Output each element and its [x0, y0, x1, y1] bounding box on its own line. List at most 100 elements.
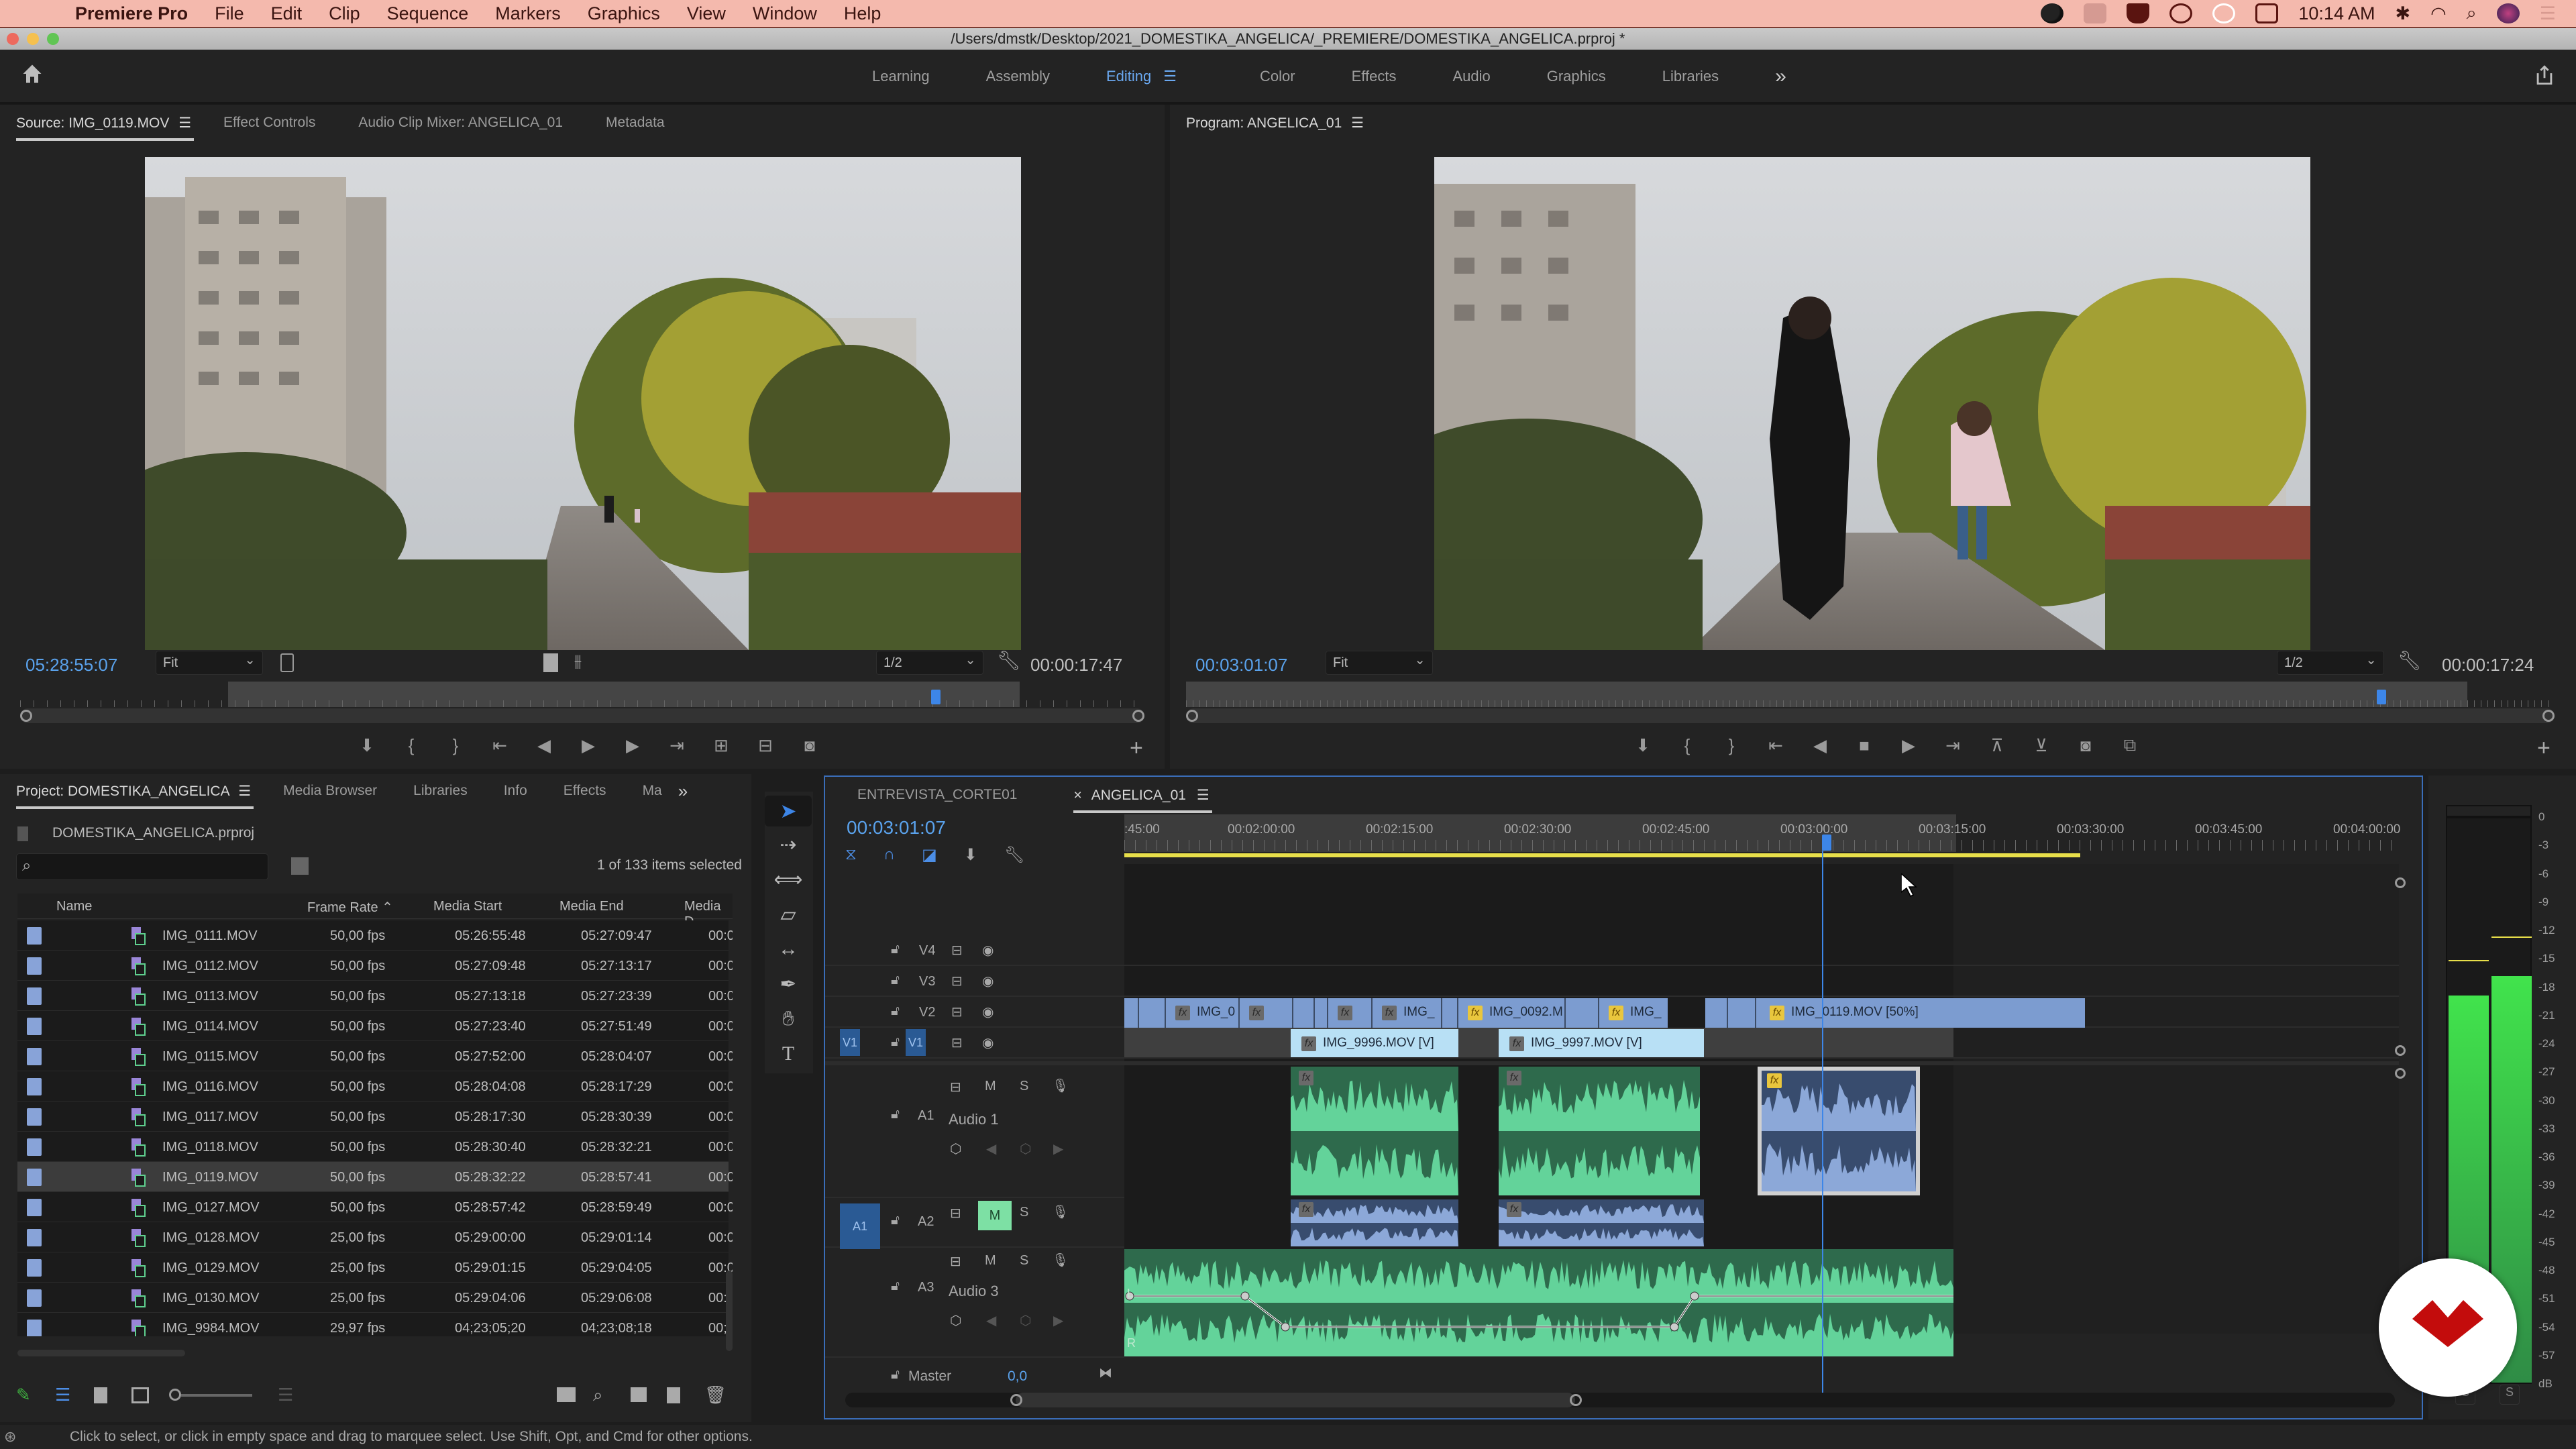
a1-solo-button[interactable]: S [1020, 1079, 1028, 1094]
project-row[interactable]: IMG_0117.MOV 50,00 fps 05:28:17:30 05:28:30… [17, 1102, 733, 1132]
timeline-ruler[interactable]: :45:00 00:02:00:00 00:02:15:00 00:02:30:00 0… [1124, 814, 2400, 861]
a1-clip-9997[interactable]: fx [1499, 1067, 1700, 1195]
v2-clip-img-0119[interactable]: fx IMG_0119.MOV [50%] [1756, 998, 2085, 1028]
project-row[interactable]: IMG_0114.MOV 50,00 fps 05:27:23:40 05:27:51… [17, 1011, 733, 1041]
col-name[interactable]: Name [56, 899, 92, 914]
label-color-chip[interactable] [27, 1018, 42, 1035]
source-zoom-dropdown[interactable]: Fit [156, 651, 263, 675]
label-color-chip[interactable] [27, 1108, 42, 1126]
tab-metadata[interactable]: Metadata [606, 115, 665, 131]
tab-audio-clip-mixer[interactable]: Audio Clip Mixer: ANGELICA_01 [358, 115, 563, 131]
share-button[interactable] [2533, 63, 2556, 91]
affinity-icon[interactable] [2084, 3, 2107, 23]
program-step-forward-button[interactable]: ▶︎ [1886, 732, 1931, 759]
tab-libraries[interactable]: Libraries [413, 783, 468, 799]
v1-clip-img-9996[interactable]: fx IMG_9996.MOV [V] [1291, 1029, 1458, 1057]
project-row[interactable]: IMG_0118.MOV 50,00 fps 05:28:30:40 05:28:32… [17, 1132, 733, 1162]
v1-eye-icon[interactable]: ◉ [982, 1034, 994, 1051]
label-color-chip[interactable] [27, 1048, 42, 1065]
icon-view-icon[interactable] [94, 1387, 107, 1403]
siri-icon[interactable] [2496, 3, 2520, 23]
workspace-tab-graphics[interactable]: Graphics [1547, 68, 1606, 85]
tab-sequence-entrevista[interactable]: ENTREVISTA_CORTE01 [857, 787, 1017, 803]
project-row[interactable]: IMG_0119.MOV 50,00 fps 05:28:32:22 05:28:57… [17, 1162, 733, 1192]
timeline-timecode[interactable]: 00:03:01:07 [847, 817, 946, 839]
workspace-overflow-button[interactable]: » [1775, 65, 1786, 88]
program-zoom-scrollbar[interactable] [1186, 708, 2555, 723]
workspace-tab-assembly[interactable]: Assembly [986, 68, 1050, 85]
program-mark-in-button[interactable]: { [1665, 732, 1709, 759]
overwrite-button[interactable]: ⊟ [743, 732, 788, 759]
a1-track-name[interactable]: Audio 1 [949, 1111, 999, 1128]
workspace-tab-editing[interactable]: Editing ☰ [1106, 68, 1233, 85]
timeline-zoom-thumb[interactable] [1016, 1393, 1575, 1407]
panel-menu-icon[interactable]: ☰ [178, 115, 191, 131]
sort-icons-icon[interactable]: ☰ [278, 1385, 293, 1405]
master-volume-value[interactable]: 0,0 [1008, 1368, 1027, 1385]
label-color-chip[interactable] [27, 987, 42, 1005]
project-row[interactable]: IMG_0130.MOV 25,00 fps 05:29:04:06 05:29:06… [17, 1283, 733, 1313]
shield-s-icon[interactable] [2127, 3, 2150, 23]
tab-sequence-angelica[interactable]: × ANGELICA_01 ☰ [1073, 787, 1212, 813]
drag-video-only-icon[interactable] [280, 653, 294, 672]
step-forward-button[interactable]: ▶︎ [610, 732, 655, 759]
a3-label[interactable]: A3 [918, 1280, 934, 1295]
v2-clip[interactable]: fx IMG_0092.M [1458, 998, 1566, 1028]
add-marker-button[interactable]: ⬇︎ [345, 732, 389, 759]
a2-solo-button[interactable]: S [1020, 1205, 1028, 1220]
source-timecode[interactable]: 05:28:55:07 [25, 655, 117, 676]
a2-label[interactable]: A2 [918, 1214, 934, 1230]
obs-icon[interactable] [2041, 3, 2064, 23]
circle-app-icon[interactable] [2212, 3, 2236, 23]
add-marker-icon[interactable]: ⬇︎ [964, 845, 977, 865]
workspace-menu-icon[interactable]: ☰ [1163, 68, 1177, 85]
workspace-tab-audio[interactable]: Audio [1452, 68, 1490, 85]
project-tabs-overflow-button[interactable]: » [678, 781, 688, 802]
new-item-icon[interactable] [667, 1387, 680, 1403]
a2-voiceover-mic-icon[interactable]: 🎙︎ [1052, 1203, 1069, 1220]
a1-add-keyframe-icon[interactable]: ⬡ [1020, 1140, 1031, 1157]
v2-clip[interactable]: fx [1240, 998, 1293, 1028]
label-color-chip[interactable] [27, 1199, 42, 1216]
tab-markers[interactable]: Ma [643, 783, 662, 799]
a2-sync-lock-icon[interactable]: ⊟ [950, 1205, 961, 1222]
nest-toggle-icon[interactable]: ⧖ [845, 845, 857, 865]
a2-clip-9997[interactable]: fx [1499, 1199, 1704, 1246]
compare-view-button[interactable]: ⧉ [2108, 732, 2152, 759]
program-add-marker-button[interactable]: ⬇︎ [1621, 732, 1665, 759]
slip-tool[interactable]: ↔ [765, 934, 812, 965]
col-media-start[interactable]: Media Start [433, 899, 502, 914]
freeform-view-icon[interactable] [131, 1387, 149, 1403]
menu-app-name[interactable]: Premiere Pro [75, 3, 188, 24]
a3-solo-button[interactable]: S [1020, 1253, 1028, 1269]
v2-clip[interactable] [1124, 998, 1139, 1028]
label-color-chip[interactable] [27, 1259, 42, 1277]
drag-video-icon[interactable] [543, 653, 558, 672]
project-row[interactable]: IMG_0111.MOV 50,00 fps 05:26:55:48 05:27:09… [17, 920, 733, 951]
a1-clip-selected[interactable]: fx [1758, 1067, 1920, 1195]
a3-keyframe-menu-icon[interactable]: ⬡ [950, 1312, 961, 1329]
menu-view[interactable]: View [687, 3, 726, 24]
project-horizontal-scrollbar[interactable] [17, 1350, 185, 1356]
a2-lock-icon[interactable]: 🔓︎ [891, 1213, 900, 1228]
workspace-tab-effects[interactable]: Effects [1352, 68, 1397, 85]
ripple-edit-tool[interactable]: ⟺ [765, 864, 812, 895]
play-button[interactable]: ▶︎ [566, 732, 610, 759]
project-row[interactable]: IMG_0129.MOV 25,00 fps 05:29:01:15 05:29:04… [17, 1252, 733, 1283]
list-view-icon[interactable]: ☰ [55, 1385, 70, 1405]
v1-label[interactable]: V1 [906, 1029, 926, 1056]
tab-project[interactable]: Project: DOMESTIKA_ANGELICA ☰ [16, 783, 254, 809]
a1-label[interactable]: A1 [918, 1108, 934, 1124]
video-vertical-zoom-handle-bottom[interactable] [2395, 1045, 2406, 1056]
project-vertical-scrollbar[interactable] [726, 1271, 733, 1351]
writable-pencil-icon[interactable]: ✎ [16, 1385, 31, 1405]
program-timecode[interactable]: 00:03:01:07 [1195, 655, 1287, 676]
mark-in-button[interactable]: { [389, 732, 433, 759]
a3-track-name[interactable]: Audio 3 [949, 1283, 999, 1300]
creative-cloud-status-icon[interactable]: ⊛ [4, 1425, 16, 1449]
program-step-back-button[interactable]: ◀︎ [1798, 732, 1842, 759]
trash-icon[interactable]: 🗑︎ [704, 1385, 727, 1405]
minimize-window-button[interactable] [27, 33, 39, 45]
program-go-to-out-button[interactable]: ⇥ [1931, 732, 1975, 759]
extract-button[interactable]: ⊻ [2019, 732, 2063, 759]
